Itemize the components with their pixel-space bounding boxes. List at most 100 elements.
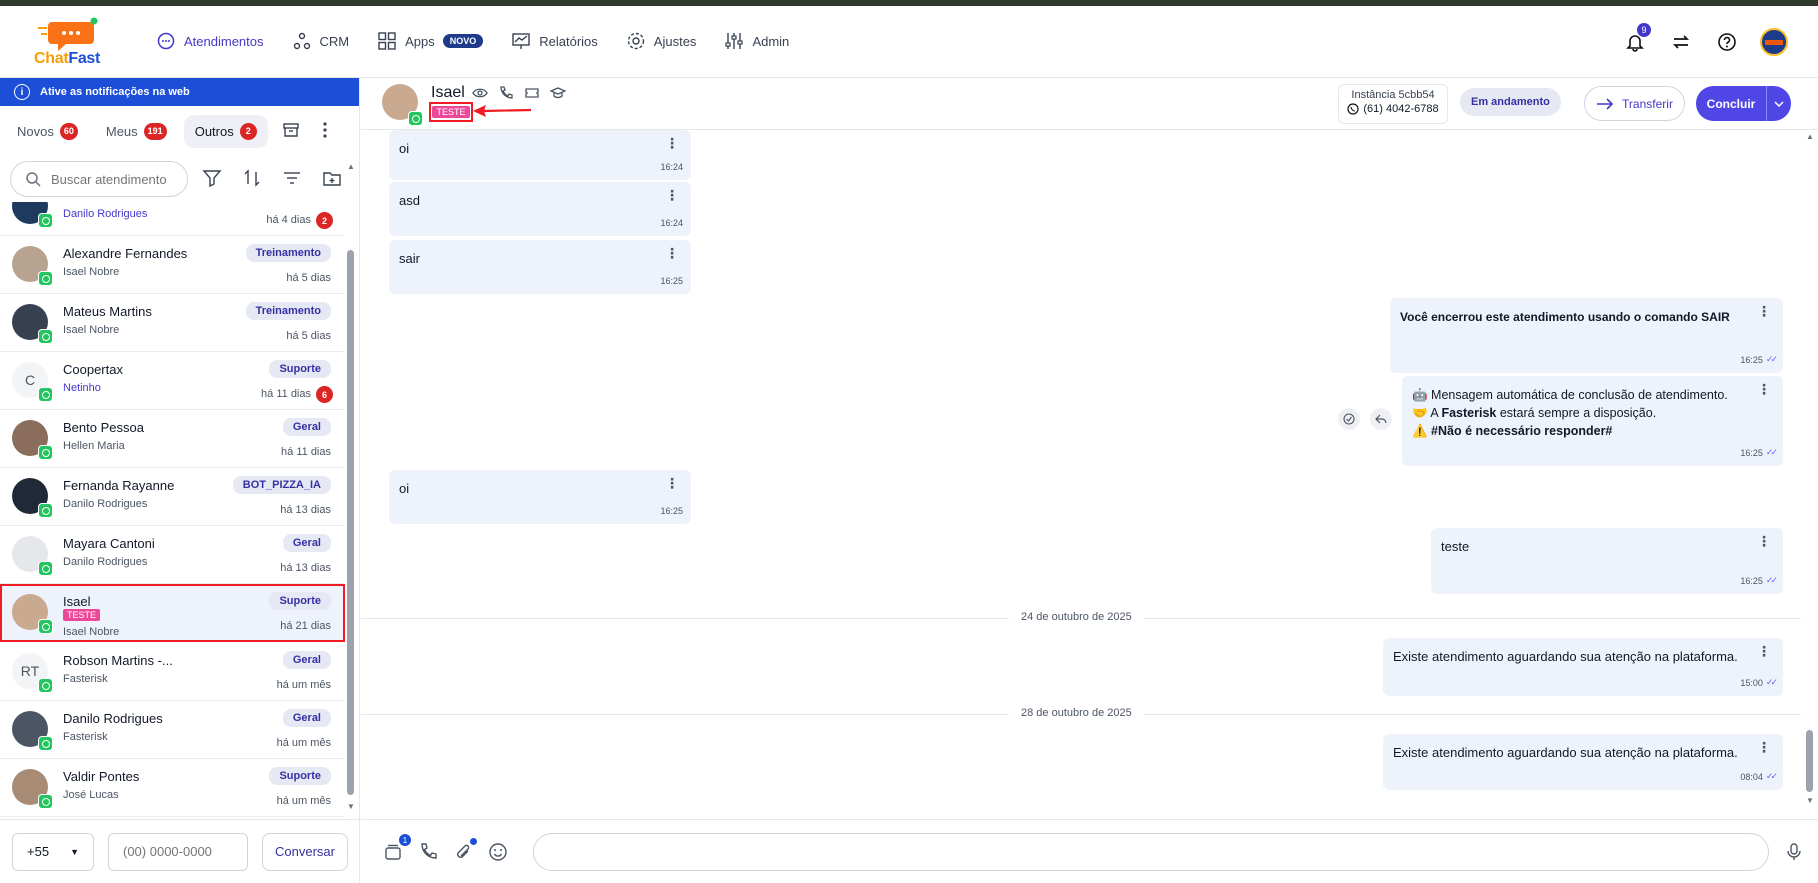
scroll-down-arrow[interactable]: ▼ [1806, 796, 1814, 805]
whatsapp-icon [38, 619, 53, 634]
outgoing-message[interactable]: Existe atendimento aguardando sua atençã… [1383, 638, 1783, 696]
help-icon[interactable] [1714, 29, 1740, 55]
message-menu-icon[interactable]: ⋮ [1757, 382, 1771, 396]
user-avatar[interactable] [1760, 28, 1788, 56]
transfer-button[interactable]: Transferir [1584, 86, 1685, 121]
more-vertical-icon[interactable] [322, 121, 328, 142]
incoming-message[interactable]: asd ⋮ 16:24 [389, 182, 691, 236]
last-activity: há 13 dias [280, 562, 331, 574]
scroll-up-arrow[interactable]: ▲ [347, 162, 355, 171]
sort-icon[interactable] [242, 168, 262, 191]
reply-icon[interactable] [1370, 408, 1392, 430]
tab-outros[interactable]: Outros 2 [183, 114, 268, 148]
arrow-right-icon [1597, 97, 1614, 110]
message-menu-icon[interactable]: ⋮ [665, 136, 679, 150]
conclude-button-group: Concluir [1696, 86, 1791, 121]
message-input[interactable] [534, 834, 1768, 870]
nav-crm[interactable]: CRM [292, 28, 349, 54]
agent-name: Hellen Maria [63, 440, 125, 452]
message-text: oi [399, 481, 410, 496]
notification-banner[interactable]: i Ative as notificações na web [0, 78, 359, 106]
nav-label: Admin [752, 33, 790, 49]
agent-name: Fasterisk [63, 673, 108, 685]
list-filter-icon[interactable] [282, 168, 302, 191]
scroll-down-arrow[interactable]: ▼ [347, 802, 355, 811]
chat-scrollbar[interactable] [1806, 730, 1813, 792]
phone-field[interactable] [108, 832, 248, 871]
list-item[interactable]: Danilo Rodrigues há 4 dias 2 [0, 202, 345, 236]
list-item[interactable]: C Coopertax Netinho Suporte há 11 dias 6 [0, 352, 345, 410]
archive-icon[interactable] [282, 121, 300, 142]
read-check-icon: ✓✓ [1765, 575, 1778, 585]
phone-input[interactable] [123, 844, 243, 859]
whatsapp-icon [38, 503, 53, 518]
list-item[interactable]: RT Robson Martins -... Fasterisk Geral h… [0, 643, 345, 701]
list-item[interactable]: Alexandre Fernandes Isael Nobre Treiname… [0, 236, 345, 294]
incoming-message[interactable]: oi ⋮ 16:24 [389, 130, 691, 180]
list-item[interactable]: Fernanda Rayanne Danilo Rodrigues BOT_PI… [0, 468, 345, 526]
conclude-button[interactable]: Concluir [1696, 97, 1766, 111]
outgoing-message[interactable]: 🤖 Mensagem automática de conclusão de at… [1402, 376, 1783, 466]
tab-meus[interactable]: Meus 191 [95, 115, 178, 148]
tab-novos[interactable]: Novos 60 [6, 115, 89, 148]
outgoing-message[interactable]: Você encerrou este atendimento usando o … [1390, 298, 1783, 373]
eye-icon[interactable] [472, 85, 488, 104]
contact-label-highlight[interactable]: TESTE [429, 102, 473, 122]
scroll-up-arrow[interactable]: ▲ [1806, 132, 1814, 141]
queue-tag: Geral [282, 534, 331, 552]
nav-relatorios[interactable]: Relatórios [511, 28, 598, 54]
check-circle-icon[interactable] [1338, 408, 1360, 430]
microphone-icon[interactable] [1782, 840, 1806, 864]
header-actions: 9 [1622, 23, 1788, 56]
message-line: 🤝 A Fasterisk estará sempre a disposição… [1412, 404, 1728, 422]
message-menu-icon[interactable]: ⋮ [1757, 740, 1771, 754]
start-conversation-button[interactable]: Conversar [262, 832, 348, 871]
message-field[interactable] [533, 833, 1769, 871]
whatsapp-icon [38, 561, 53, 576]
graduation-cap-icon[interactable] [549, 85, 567, 104]
phone-call-icon[interactable] [416, 840, 440, 864]
nav-ajustes[interactable]: Ajustes [626, 28, 696, 54]
list-item[interactable]: Mateus Martins Isael Nobre Treinamento h… [0, 294, 345, 352]
country-code-select[interactable]: +55 ▼ [12, 832, 94, 871]
quick-reply-icon[interactable]: 1 [381, 834, 411, 864]
list-item[interactable]: Valdir Pontes José Lucas Suporte há um m… [0, 759, 345, 817]
message-line: 🤖 Mensagem automática de conclusão de at… [1412, 388, 1728, 402]
nav-apps[interactable]: Apps NOVO [377, 28, 484, 54]
queue-tag: Geral [282, 418, 331, 436]
tab-label: Outros [194, 123, 234, 139]
phone-call-icon[interactable] [498, 85, 514, 104]
filter-icon[interactable] [202, 168, 222, 191]
outgoing-message[interactable]: Existe atendimento aguardando sua atençã… [1383, 734, 1783, 790]
message-menu-icon[interactable]: ⋮ [665, 246, 679, 260]
outgoing-message[interactable]: teste ⋮ 16:25 ✓✓ [1431, 528, 1783, 594]
search-input[interactable] [51, 171, 181, 187]
emoji-icon[interactable] [486, 840, 510, 864]
list-scrollbar[interactable] [347, 250, 354, 795]
message-time: 16:25 [660, 276, 683, 286]
swap-icon[interactable] [1668, 29, 1694, 55]
message-menu-icon[interactable]: ⋮ [665, 188, 679, 202]
incoming-message[interactable]: oi ⋮ 16:25 [389, 470, 691, 524]
list-item[interactable]: Bento Pessoa Hellen Maria Geral há 11 di… [0, 410, 345, 468]
message-menu-icon[interactable]: ⋮ [1757, 304, 1771, 318]
list-item-selected[interactable]: Isael TESTE Isael Nobre Suporte há 21 di… [0, 584, 345, 642]
new-folder-icon[interactable] [322, 168, 342, 191]
ticket-icon[interactable] [524, 85, 540, 104]
message-menu-icon[interactable]: ⋮ [665, 476, 679, 490]
chatfast-logo[interactable]: ChatFast [30, 16, 110, 70]
attachment-icon[interactable] [451, 838, 477, 864]
list-item[interactable]: Mayara Cantoni Danilo Rodrigues Geral há… [0, 526, 345, 584]
message-menu-icon[interactable]: ⋮ [1757, 534, 1771, 548]
queue-tag: Geral [282, 651, 331, 669]
nav-admin[interactable]: Admin [724, 28, 789, 54]
message-menu-icon[interactable]: ⋮ [1757, 644, 1771, 658]
list-item[interactable]: Danilo Rodrigues Fasterisk Geral há um m… [0, 701, 345, 759]
message-text: teste [1441, 539, 1470, 554]
nav-atendimentos[interactable]: Atendimentos [156, 28, 264, 54]
search-field[interactable] [10, 161, 188, 197]
contact-name: Robson Martins -... [63, 653, 173, 668]
conclude-dropdown[interactable] [1767, 100, 1791, 107]
incoming-message[interactable]: sair ⋮ 16:25 [389, 240, 691, 294]
bell-icon[interactable]: 9 [1622, 23, 1651, 55]
